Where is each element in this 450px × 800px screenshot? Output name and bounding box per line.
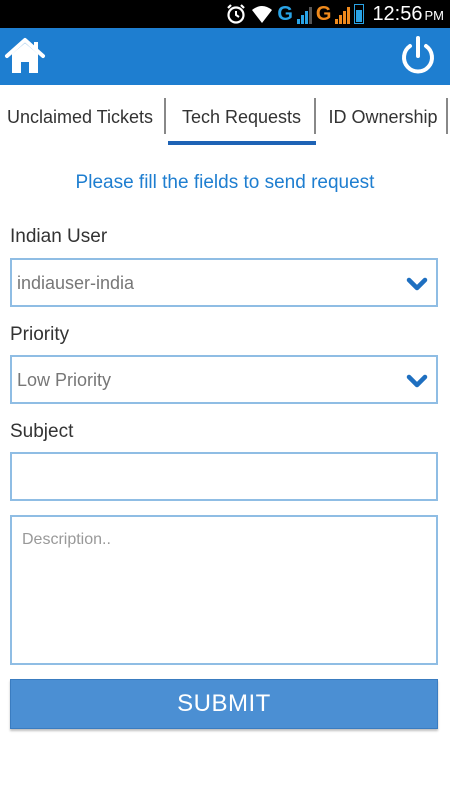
subject-input[interactable]	[10, 452, 438, 501]
priority-label: Priority	[10, 324, 70, 345]
tab-tech-requests[interactable]: Tech Requests	[168, 97, 315, 137]
tab-bar: Unclaimed Tickets Tech Requests ID Owner…	[0, 95, 450, 145]
status-icons: G G 12:56 PM	[225, 0, 444, 28]
tab-id-ownership[interactable]: ID Ownership	[322, 97, 444, 137]
wifi-icon	[252, 6, 273, 23]
tab-divider	[164, 98, 166, 134]
tab-divider	[314, 98, 316, 134]
priority-select[interactable]: Low Priority	[10, 355, 438, 404]
network-type-2: G	[315, 2, 332, 25]
tab-divider	[446, 98, 448, 134]
battery-icon	[354, 4, 365, 24]
user-select-value: indiauser-india	[17, 273, 135, 293]
clock: 12:56 PM	[372, 2, 444, 25]
power-icon[interactable]	[398, 34, 438, 78]
user-select[interactable]: indiauser-india	[10, 258, 438, 307]
submit-button[interactable]: SUBMIT	[10, 679, 438, 729]
subject-label: Subject	[10, 421, 74, 442]
signal-icon	[296, 4, 312, 24]
tab-unclaimed-tickets[interactable]: Unclaimed Tickets	[0, 97, 160, 137]
active-tab-indicator	[168, 141, 316, 145]
alarm-icon	[227, 4, 246, 24]
network-type-1: G	[277, 2, 293, 25]
user-label: Indian User	[10, 226, 108, 247]
description-textarea[interactable]	[10, 515, 438, 665]
app-bar	[0, 28, 450, 85]
chevron-down-icon	[406, 374, 428, 388]
form-instruction: Please fill the fields to send request	[75, 172, 375, 193]
signal-icon	[335, 4, 351, 24]
priority-select-value: Low Priority	[17, 370, 112, 390]
status-bar: G G 12:56 PM	[0, 0, 450, 28]
chevron-down-icon	[406, 277, 428, 291]
home-icon[interactable]	[4, 36, 46, 76]
